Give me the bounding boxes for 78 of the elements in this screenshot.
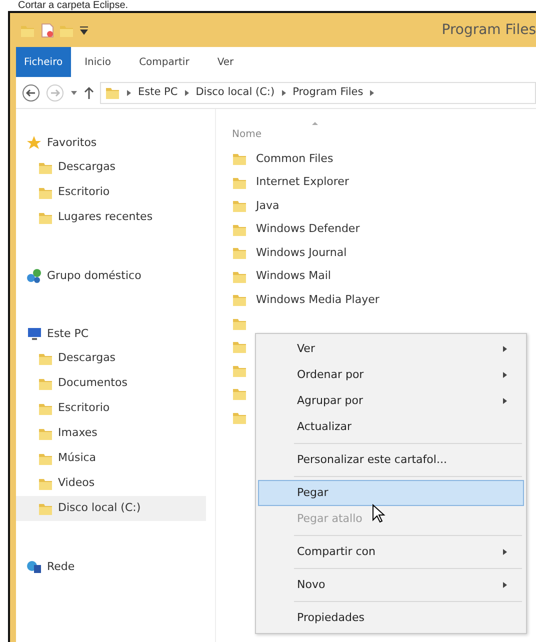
ribbon-tab[interactable]: Ver (203, 47, 248, 77)
file-tab[interactable]: Ficheiro (16, 47, 71, 77)
window-title: Program Files (442, 20, 536, 40)
star-icon (26, 135, 42, 151)
submenu-arrow-icon (503, 398, 507, 404)
nav-item[interactable]: Descargas (16, 346, 206, 371)
chevron-icon[interactable] (184, 88, 190, 96)
document-icon[interactable] (40, 22, 54, 38)
nav-item[interactable]: Música (16, 446, 206, 471)
menu-item[interactable]: Compartir con (258, 539, 524, 565)
folder-icon (232, 151, 247, 166)
back-icon[interactable] (22, 84, 40, 102)
dropdown-icon[interactable] (79, 24, 89, 36)
dropdown-icon[interactable] (70, 90, 78, 96)
menu-item[interactable]: Agrupar por (258, 388, 524, 414)
submenu-arrow-icon (503, 582, 507, 588)
folder-name[interactable]: Windows Journal (256, 244, 347, 261)
folder-icon (38, 501, 53, 516)
mouse-cursor-icon (372, 504, 386, 524)
nav-item[interactable]: Escritorio (16, 396, 206, 421)
folder-name[interactable]: Java (256, 198, 280, 214)
ribbon-tab[interactable]: Compartir (125, 47, 204, 77)
breadcrumb-link[interactable]: Program Files (292, 84, 364, 100)
folder-icon (105, 85, 120, 100)
chevron-icon[interactable] (126, 88, 132, 96)
folder-icon (38, 351, 53, 366)
nav-group-link[interactable]: Grupo doméstico (47, 268, 142, 284)
menu-item[interactable]: Ver (258, 336, 524, 362)
ribbon-tab[interactable]: Inicio (70, 47, 126, 77)
nav-item[interactable]: Documentos (16, 371, 206, 396)
menu-item[interactable]: Actualizar (258, 414, 524, 440)
nav-item[interactable]: Descargas (16, 155, 206, 180)
folder-name[interactable]: Common Files (256, 150, 334, 167)
folder-icon (38, 376, 53, 391)
folder-icon (232, 339, 247, 354)
submenu-arrow-icon (503, 372, 507, 378)
menu-item[interactable]: Pegar (258, 480, 524, 506)
folder-icon (38, 185, 53, 200)
folder-name[interactable]: Windows Media Player (256, 292, 380, 308)
menu-item[interactable]: Novo (258, 572, 524, 598)
folder-icon (38, 210, 53, 225)
folder-icon (38, 451, 53, 466)
caption-text: Cortar a carpeta Eclipse. (18, 0, 128, 11)
folder-icon (38, 426, 53, 441)
network-icon (26, 559, 42, 575)
nav-item[interactable]: Disco local (C:) (16, 496, 206, 521)
computer-icon (26, 326, 42, 342)
nav-item[interactable]: Escritorio (16, 180, 206, 205)
chevron-icon[interactable] (369, 88, 376, 96)
folder-icon (232, 245, 247, 260)
submenu-arrow-icon (503, 549, 507, 555)
folder-icon (232, 198, 247, 214)
homegroup-icon (26, 268, 42, 284)
column-header[interactable]: Nome (232, 126, 262, 142)
sort-arrow-icon (312, 121, 318, 125)
menu-item[interactable]: Propiedades (258, 605, 524, 631)
nav-group-link[interactable]: Este PC (47, 326, 89, 342)
folder-icon (38, 160, 53, 175)
up-arrow-icon[interactable] (84, 86, 94, 100)
breadcrumb-link[interactable]: Este PC (138, 84, 178, 100)
nav-item[interactable]: Videos (16, 471, 206, 496)
menu-item[interactable]: Ordenar por (258, 362, 524, 388)
nav-item[interactable]: Imaxes (16, 421, 206, 446)
nav-group-link[interactable]: Rede (47, 558, 75, 576)
submenu-arrow-icon (503, 346, 507, 352)
folder-name[interactable]: Windows Defender (256, 221, 360, 238)
folder-name[interactable]: Internet Explorer (256, 174, 349, 190)
nav-item[interactable]: Lugares recentes (16, 205, 206, 230)
folder-icon (38, 476, 53, 491)
folder-icon (232, 292, 247, 308)
menu-item[interactable]: Personalizar este cartafol... (258, 447, 524, 473)
breadcrumb-link[interactable]: Disco local (C:) (196, 84, 275, 100)
folder-icon (38, 401, 53, 416)
folder-icon (232, 386, 247, 402)
chevron-icon[interactable] (280, 88, 287, 96)
address-bar[interactable]: Este PC Disco local (C:) Program Files (100, 82, 536, 104)
folder-name[interactable]: Windows Mail (256, 268, 331, 284)
nav-group-link[interactable]: Favoritos (47, 134, 97, 152)
